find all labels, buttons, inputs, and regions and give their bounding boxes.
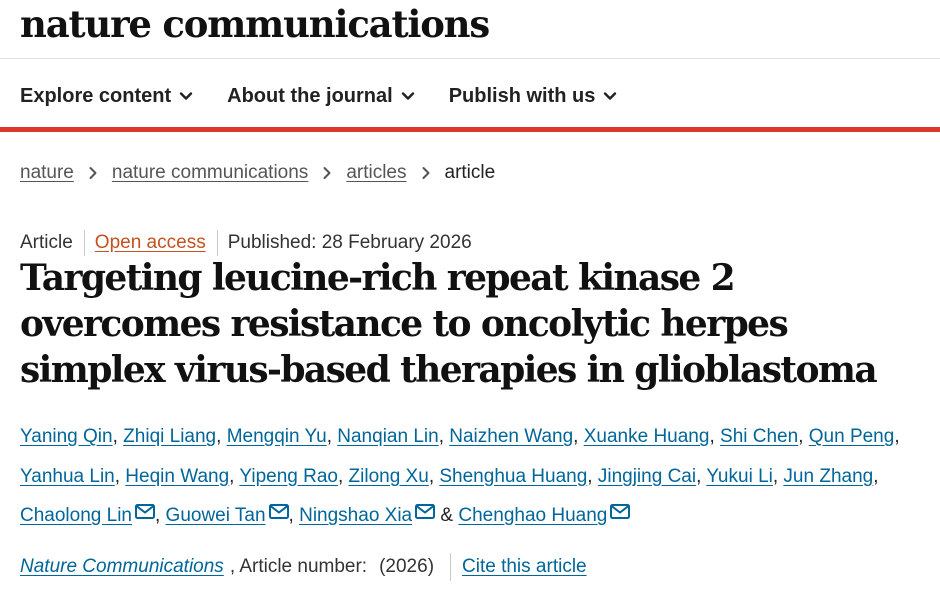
author-link[interactable]: Chaolong Lin (20, 505, 132, 526)
journal-link[interactable]: Nature Communications (20, 556, 224, 578)
author-entry: Heqin Wang, (125, 466, 234, 487)
chevron-down-icon (603, 91, 617, 101)
cite-this-article-link[interactable]: Cite this article (462, 556, 587, 578)
published-date: Published: 28 February 2026 (227, 232, 472, 253)
author-list: Yaning Qin, Zhiqi Liang, Mengqin Yu, Nan… (20, 417, 930, 536)
nav-item-label: Publish with us (448, 84, 596, 107)
nav-about-journal[interactable]: About the journal (227, 85, 415, 108)
author-entry: Shi Chen, (720, 426, 803, 447)
chevron-right-icon (421, 166, 431, 180)
author-link[interactable]: Yanhua Lin (20, 466, 115, 487)
author-link[interactable]: Chenghao Huang (458, 505, 607, 526)
mail-icon[interactable] (610, 504, 631, 519)
author-entry: Zhiqi Liang, (123, 426, 221, 447)
citation-line: Nature Communications , Article number: … (20, 553, 587, 581)
author-separator: , (438, 426, 444, 447)
author-link[interactable]: Heqin Wang (125, 466, 229, 487)
author-entry: Chenghao Huang (458, 504, 631, 526)
article-type: Article (20, 232, 73, 253)
breadcrumb-nature[interactable]: nature (20, 162, 74, 184)
author-separator: , (696, 465, 702, 487)
author-link[interactable]: Xuanke Huang (584, 426, 710, 447)
author-entry: Yipeng Rao, (239, 466, 343, 487)
nav-explore-content[interactable]: Explore content (20, 85, 193, 108)
site-logo[interactable]: nature communications (20, 2, 490, 46)
author-entry: Yaning Qin, (20, 426, 118, 447)
chevron-down-icon (179, 91, 193, 101)
author-entry: Jingjing Cai, (598, 466, 702, 487)
author-separator: , (337, 465, 344, 487)
author-link[interactable]: Yipeng Rao (239, 466, 338, 487)
article-number-label: , Article number: (229, 556, 368, 577)
author-separator: , (587, 465, 593, 487)
meta-divider (216, 230, 218, 256)
meta-divider (83, 230, 85, 256)
chevron-down-icon (401, 91, 415, 101)
author-separator: , (229, 465, 235, 487)
author-entry: Jun Zhang, (783, 466, 878, 487)
author-link[interactable]: Zilong Xu (349, 466, 429, 487)
breadcrumb-articles[interactable]: articles (346, 162, 406, 184)
author-entry: Yukui Li, (706, 466, 778, 487)
accent-rule (0, 127, 940, 132)
author-separator: , (154, 505, 161, 526)
breadcrumb: nature nature communications articles ar… (20, 160, 495, 186)
article-year: (2026) (379, 556, 435, 577)
author-entry: Nanqian Lin, (337, 426, 444, 447)
author-separator: , (709, 426, 715, 447)
author-entry: Chaolong Lin, (20, 504, 161, 526)
mail-icon[interactable] (415, 504, 436, 519)
citation-divider (450, 553, 452, 581)
author-link[interactable]: Naizhen Wang (449, 426, 573, 447)
author-link[interactable]: Jun Zhang (783, 466, 873, 487)
author-link[interactable]: Yukui Li (706, 466, 773, 487)
breadcrumb-current: article (444, 162, 496, 183)
author-conjunction: & (440, 505, 454, 526)
author-link[interactable]: Nanqian Lin (337, 426, 438, 447)
nav-publish-with-us[interactable]: Publish with us (449, 85, 618, 108)
author-separator: , (112, 426, 118, 447)
mail-icon[interactable] (134, 504, 155, 519)
author-entry: Mengqin Yu, (227, 426, 332, 447)
author-entry: Zilong Xu, (349, 466, 435, 487)
author-separator: , (326, 426, 332, 447)
nav-item-label: About the journal (227, 84, 393, 107)
author-link[interactable]: Shi Chen (720, 426, 798, 447)
author-link[interactable]: Ningshao Xia (299, 505, 412, 526)
author-separator: , (573, 426, 579, 447)
author-link[interactable]: Zhiqi Liang (123, 426, 216, 447)
author-separator: , (798, 426, 804, 447)
author-entry: Xuanke Huang, (584, 426, 715, 447)
author-separator: , (772, 465, 779, 487)
header-divider (0, 58, 940, 59)
author-link[interactable]: Jingjing Cai (598, 466, 696, 487)
author-entry: Shenghua Huang, (439, 466, 592, 487)
author-entry: Ningshao Xia (299, 504, 436, 526)
author-entry: Naizhen Wang, (449, 426, 578, 447)
nav-item-label: Explore content (20, 84, 172, 107)
article-meta: Article Open access Published: 28 Februa… (20, 230, 472, 256)
author-separator: , (894, 426, 900, 447)
author-link[interactable]: Shenghua Huang (439, 466, 587, 487)
author-link[interactable]: Qun Peng (809, 426, 895, 447)
author-entry: Yanhua Lin, (20, 466, 120, 487)
author-entry: Guowei Tan, (166, 504, 294, 526)
author-link[interactable]: Yaning Qin (20, 426, 113, 447)
author-entry: Qun Peng, (809, 426, 900, 447)
author-separator: , (873, 465, 879, 487)
breadcrumb-nature-communications[interactable]: nature communications (112, 162, 308, 184)
author-separator: , (428, 465, 435, 487)
author-link[interactable]: Guowei Tan (166, 505, 266, 526)
author-separator: , (288, 505, 294, 526)
article-title: Targeting leucine-rich repeat kinase 2 o… (20, 257, 878, 391)
chevron-right-icon (322, 166, 332, 180)
open-access-link[interactable]: Open access (95, 232, 206, 254)
chevron-right-icon (88, 166, 98, 180)
author-link[interactable]: Mengqin Yu (227, 426, 327, 447)
main-nav: Explore content About the journal Publis… (20, 82, 651, 110)
author-separator: , (216, 426, 222, 447)
mail-icon[interactable] (268, 504, 289, 519)
author-separator: , (114, 465, 121, 487)
